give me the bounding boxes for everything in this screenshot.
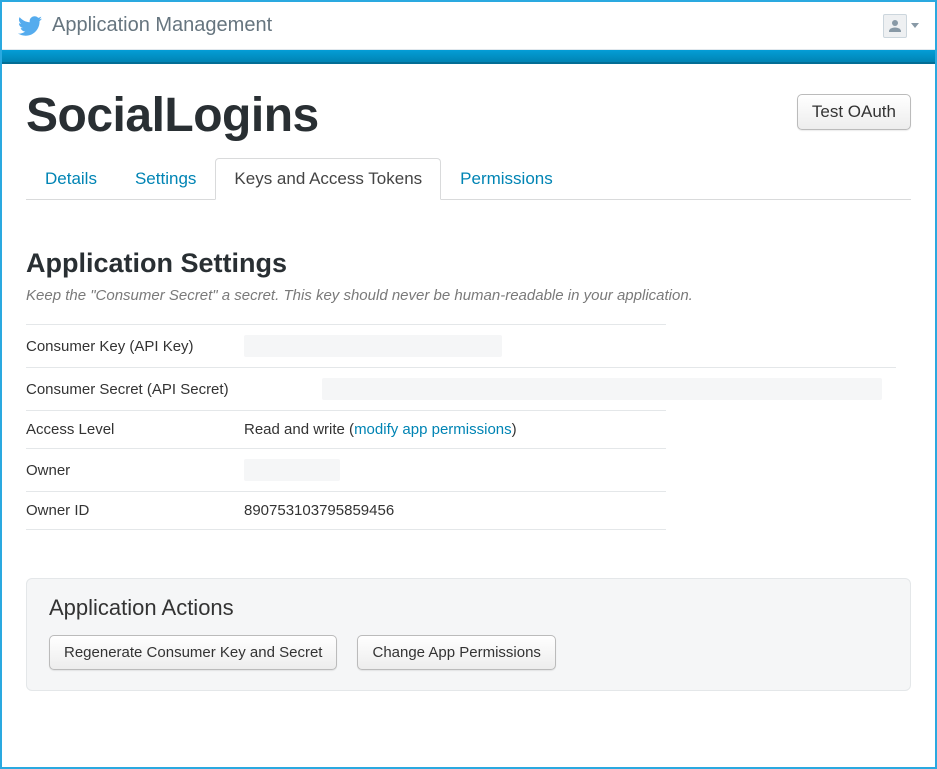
consumer-secret-value-redacted — [322, 378, 882, 400]
access-level-value: Read and write (modify app permissions) — [244, 421, 517, 438]
change-app-permissions-button[interactable]: Change App Permissions — [357, 635, 555, 670]
modify-app-permissions-link[interactable]: modify app permissions — [354, 421, 512, 438]
tab-permissions[interactable]: Permissions — [441, 158, 572, 200]
account-menu[interactable] — [883, 14, 919, 38]
tab-keys-and-access-tokens[interactable]: Keys and Access Tokens — [215, 158, 441, 200]
settings-table: Consumer Key (API Key) Consumer Secret (… — [26, 324, 666, 530]
consumer-key-label: Consumer Key (API Key) — [26, 338, 244, 355]
top-bar-left: Application Management — [18, 14, 272, 38]
blue-divider-bar — [2, 50, 935, 64]
test-oauth-button[interactable]: Test OAuth — [797, 94, 911, 130]
tab-settings[interactable]: Settings — [116, 158, 215, 200]
application-actions-panel: Application Actions Regenerate Consumer … — [26, 578, 911, 691]
actions-buttons-row: Regenerate Consumer Key and Secret Chang… — [49, 635, 888, 670]
access-level-close: ) — [512, 421, 517, 438]
app-name-heading: SocialLogins — [26, 88, 319, 143]
access-level-text: Read and write ( — [244, 421, 354, 438]
row-owner-id: Owner ID 890753103795859456 — [26, 491, 666, 530]
tab-details[interactable]: Details — [26, 158, 116, 200]
row-consumer-key: Consumer Key (API Key) — [26, 324, 666, 367]
app-management-title: Application Management — [52, 14, 272, 37]
consumer-key-value-redacted — [244, 335, 502, 357]
caret-down-icon — [911, 23, 919, 28]
application-settings-note: Keep the "Consumer Secret" a secret. Thi… — [26, 287, 911, 304]
application-actions-heading: Application Actions — [49, 595, 888, 621]
owner-id-label: Owner ID — [26, 502, 244, 519]
row-owner: Owner — [26, 448, 666, 491]
tabs-bar: Details Settings Keys and Access Tokens … — [26, 157, 911, 200]
application-settings-heading: Application Settings — [26, 248, 911, 279]
top-bar: Application Management — [2, 2, 935, 50]
twitter-bird-icon — [18, 14, 42, 38]
regenerate-consumer-key-button[interactable]: Regenerate Consumer Key and Secret — [49, 635, 337, 670]
title-row: SocialLogins Test OAuth — [26, 88, 911, 143]
access-level-label: Access Level — [26, 421, 244, 438]
row-access-level: Access Level Read and write (modify app … — [26, 410, 666, 448]
avatar-icon — [883, 14, 907, 38]
consumer-secret-label: Consumer Secret (API Secret) — [26, 381, 322, 398]
owner-id-value: 890753103795859456 — [244, 502, 394, 519]
owner-value-redacted — [244, 459, 340, 481]
row-consumer-secret: Consumer Secret (API Secret) — [26, 367, 896, 410]
owner-label: Owner — [26, 462, 244, 479]
main-content: SocialLogins Test OAuth Details Settings… — [2, 64, 935, 691]
